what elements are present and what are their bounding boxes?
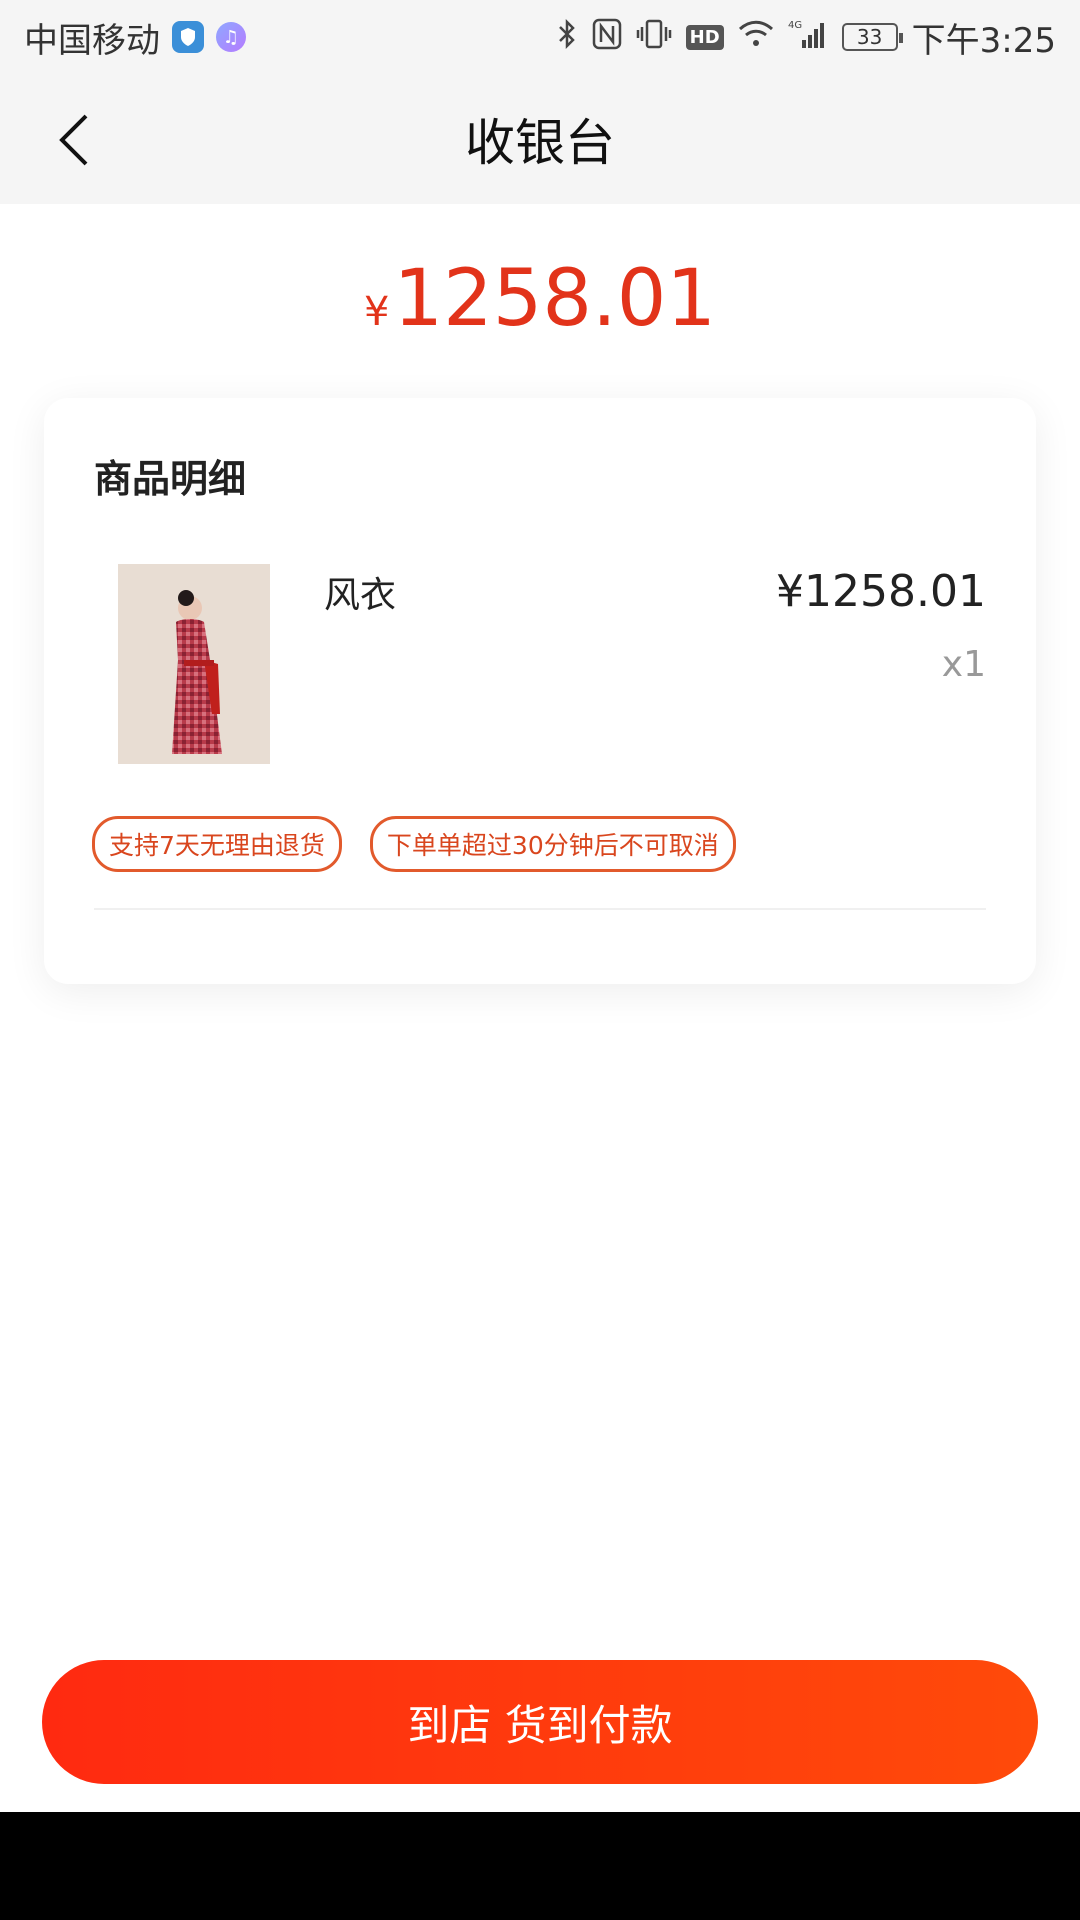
cash-on-delivery-button[interactable]: 到店 货到付款 [42,1660,1038,1784]
music-icon: ♫ [216,22,246,52]
vibrate-icon [636,18,672,56]
tag-return-policy: 支持7天无理由退货 [92,816,342,872]
hd-badge: HD [685,24,724,50]
amount-value: 1258.01 [393,254,716,344]
divider [94,908,986,910]
product-detail-card: 商品明细 风衣 ¥1258.01 x1 支持7天无理由退货 下单单超过30分钟后… [44,398,1036,984]
status-time: 下午3:25 [911,20,1056,61]
wifi-icon [738,19,774,55]
nfc-icon [592,18,622,56]
status-left: 中国移动 ♫ [24,13,246,62]
tag-cancel-policy: 下单单超过30分钟后不可取消 [369,816,736,872]
card-title: 商品明细 [94,457,247,501]
cashier-screen: 中国移动 ♫ HD 4G 33 下午3:25 收银台 ¥1258.01 商品明细… [0,0,1080,1920]
service-tags: 支持7天无理由退货 下单单超过30分钟后不可取消 [92,816,736,872]
system-navigation-bar [0,1812,1080,1920]
product-price: ¥1258.01 [776,566,986,617]
nav-bar: 收银台 [0,74,1080,204]
back-icon[interactable] [44,110,104,170]
battery-level: 33 [856,25,883,49]
product-image [118,564,270,764]
product-quantity: x1 [941,644,986,685]
bluetooth-icon [556,18,578,56]
status-right: HD 4G 33 下午3:25 [556,13,1056,62]
currency-symbol: ¥ [363,289,390,335]
shield-icon [172,21,204,53]
carrier-label: 中国移动 [24,20,160,61]
total-amount: ¥1258.01 [0,260,1080,338]
status-bar: 中国移动 ♫ HD 4G 33 下午3:25 [0,0,1080,74]
page-title: 收银台 [465,114,615,172]
svg-text:4G: 4G [788,20,802,31]
signal-icon: 4G [788,18,828,56]
battery-icon: 33 [841,23,903,51]
product-name: 风衣 [324,575,397,616]
